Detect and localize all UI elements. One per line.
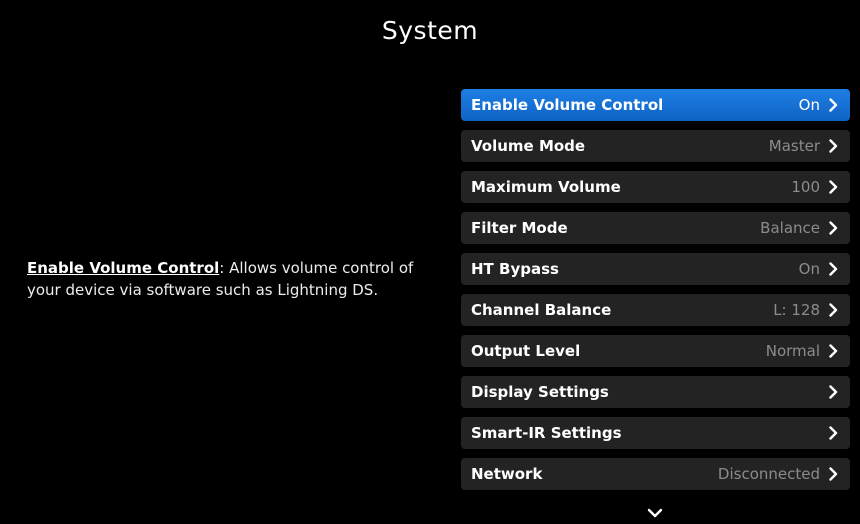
menu-item-smart-ir-settings[interactable]: Smart-IR Settings <box>461 417 850 449</box>
chevron-right-icon <box>829 467 838 481</box>
chevron-right-icon <box>829 385 838 399</box>
menu-item-volume-mode[interactable]: Volume Mode Master <box>461 130 850 162</box>
menu-item-value: Balance <box>760 219 820 237</box>
menu-item-ht-bypass[interactable]: HT Bypass On <box>461 253 850 285</box>
menu-item-output-level[interactable]: Output Level Normal <box>461 335 850 367</box>
menu-item-value: Disconnected <box>717 465 820 483</box>
settings-menu: Enable Volume Control On Volume Mode Mas… <box>461 89 850 499</box>
menu-item-display-settings[interactable]: Display Settings <box>461 376 850 408</box>
menu-item-label: Volume Mode <box>471 137 586 155</box>
menu-item-value: On <box>798 96 820 114</box>
menu-item-label: Output Level <box>471 342 581 360</box>
chevron-right-icon <box>829 180 838 194</box>
chevron-right-icon <box>829 98 838 112</box>
menu-item-label: Display Settings <box>471 383 609 401</box>
menu-item-label: Channel Balance <box>471 301 612 319</box>
menu-item-filter-mode[interactable]: Filter Mode Balance <box>461 212 850 244</box>
chevron-right-icon <box>829 262 838 276</box>
menu-item-value: On <box>798 260 820 278</box>
chevron-right-icon <box>829 426 838 440</box>
menu-item-maximum-volume[interactable]: Maximum Volume 100 <box>461 171 850 203</box>
menu-item-value: L: 128 <box>773 301 820 319</box>
chevron-down-icon[interactable] <box>647 508 663 518</box>
chevron-right-icon <box>829 221 838 235</box>
chevron-right-icon <box>829 344 838 358</box>
menu-item-channel-balance[interactable]: Channel Balance L: 128 <box>461 294 850 326</box>
menu-item-label: Enable Volume Control <box>471 96 664 114</box>
menu-item-label: Filter Mode <box>471 219 568 237</box>
menu-item-value: Normal <box>765 342 820 360</box>
page-title: System <box>381 16 479 45</box>
menu-item-value: 100 <box>791 178 820 196</box>
menu-item-label: Smart-IR Settings <box>471 424 622 442</box>
menu-item-label: Network <box>471 465 543 483</box>
menu-item-enable-volume-control[interactable]: Enable Volume Control On <box>461 89 850 121</box>
menu-item-network[interactable]: Network Disconnected <box>461 458 850 490</box>
menu-item-value: Master <box>768 137 820 155</box>
chevron-right-icon <box>829 139 838 153</box>
chevron-right-icon <box>829 303 838 317</box>
help-term: Enable Volume Control <box>27 259 220 277</box>
help-panel: Enable Volume Control: Allows volume con… <box>27 257 447 301</box>
menu-item-label: HT Bypass <box>471 260 559 278</box>
menu-item-label: Maximum Volume <box>471 178 621 196</box>
